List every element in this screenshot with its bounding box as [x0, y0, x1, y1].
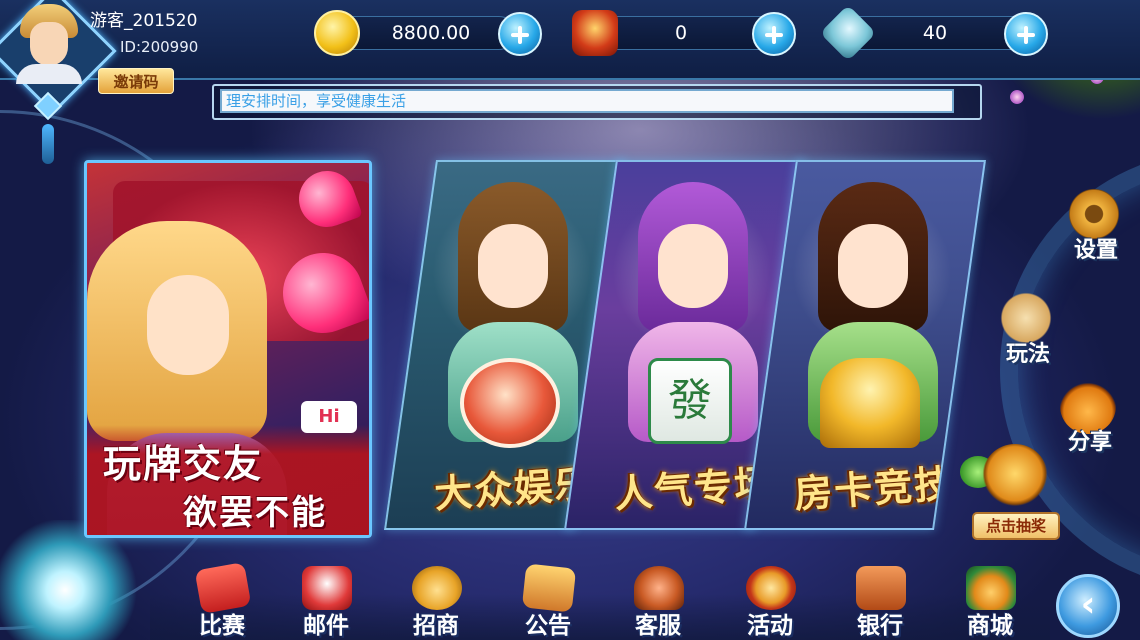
promo-slogan-line1: 玩牌交友	[103, 442, 264, 486]
business-bag-icon	[412, 566, 462, 610]
nav-label: 商城	[967, 613, 1013, 639]
nav-label: 公告	[525, 613, 571, 639]
nav-event[interactable]: 活动	[724, 566, 816, 640]
lottery-button[interactable]: 点击抽奖	[960, 444, 1064, 546]
pendant-gem	[33, 91, 63, 121]
character-face	[838, 224, 908, 308]
trophy-icon	[820, 358, 920, 448]
nav-business[interactable]: 招商	[390, 566, 482, 640]
character-face	[478, 224, 548, 308]
gold-coin-value: 8800.00	[391, 22, 471, 44]
nav-mail[interactable]: 邮件	[280, 566, 372, 640]
back-button[interactable]: ‹	[1056, 574, 1120, 638]
nav-label: 邮件	[303, 613, 349, 639]
room-card-icon	[819, 4, 877, 62]
room-card-value: 40	[922, 22, 948, 44]
red-envelope-icon	[572, 10, 618, 56]
red-envelope-value: 0	[674, 22, 688, 44]
add-room-card-button[interactable]	[1004, 12, 1048, 56]
nav-label: 招商	[413, 613, 459, 639]
lottery-label: 点击抽奖	[972, 512, 1060, 540]
avatar[interactable]	[14, 4, 84, 84]
gold-coin-icon	[314, 10, 360, 56]
blossom-decoration	[1010, 90, 1024, 104]
shop-icon	[966, 566, 1016, 610]
jade-pendant-decoration	[33, 91, 63, 166]
avatar-shirt	[16, 64, 82, 84]
avatar-face	[30, 22, 68, 66]
rules-label: 玩法	[1005, 342, 1050, 367]
character-face	[147, 275, 229, 375]
mahjong-tile-icon: 發	[648, 358, 732, 444]
event-icon	[746, 566, 796, 610]
lotus-decoration	[0, 520, 140, 640]
service-icon	[634, 566, 684, 610]
invite-code-button[interactable]: 邀请码	[98, 68, 174, 94]
pendant-tassel	[42, 124, 54, 164]
nav-label: 客服	[635, 613, 681, 639]
nav-bank[interactable]: 银行	[834, 566, 926, 640]
promo-banner[interactable]: Hi 玩牌交友 欲罢不能	[84, 160, 372, 538]
poker-chip-icon	[460, 358, 560, 448]
nav-label: 比赛	[199, 613, 245, 639]
nav-service[interactable]: 客服	[612, 566, 704, 640]
nav-match[interactable]: 比赛	[176, 561, 268, 640]
nav-notice[interactable]: 公告	[502, 563, 594, 640]
bottom-nav: 比赛 邮件 招商 公告 客服 活动 银行 商城	[150, 561, 1050, 640]
promo-slogan-line2: 欲罢不能	[183, 493, 327, 533]
announcement-marquee: 理安排时间，享受健康生活	[212, 84, 982, 120]
player-name: 游客_201520	[90, 11, 198, 31]
settings-button[interactable]: 设置	[1056, 186, 1136, 264]
mail-icon	[302, 566, 352, 610]
nav-label: 银行	[857, 613, 903, 639]
treasure-bag-icon	[982, 444, 1048, 510]
rules-button[interactable]: 玩法	[988, 290, 1068, 368]
settings-label: 设置	[1073, 238, 1118, 263]
marquee-text: 理安排时间，享受健康生活	[220, 89, 954, 113]
bank-icon	[856, 566, 906, 610]
add-red-envelope-button[interactable]	[752, 12, 796, 56]
add-gold-button[interactable]	[498, 12, 542, 56]
nav-label: 活动	[747, 613, 793, 639]
character-face	[658, 224, 728, 308]
nav-shop[interactable]: 商城	[944, 566, 1036, 640]
player-id: ID:200990	[120, 38, 199, 56]
hi-badge-icon: Hi	[301, 401, 357, 433]
